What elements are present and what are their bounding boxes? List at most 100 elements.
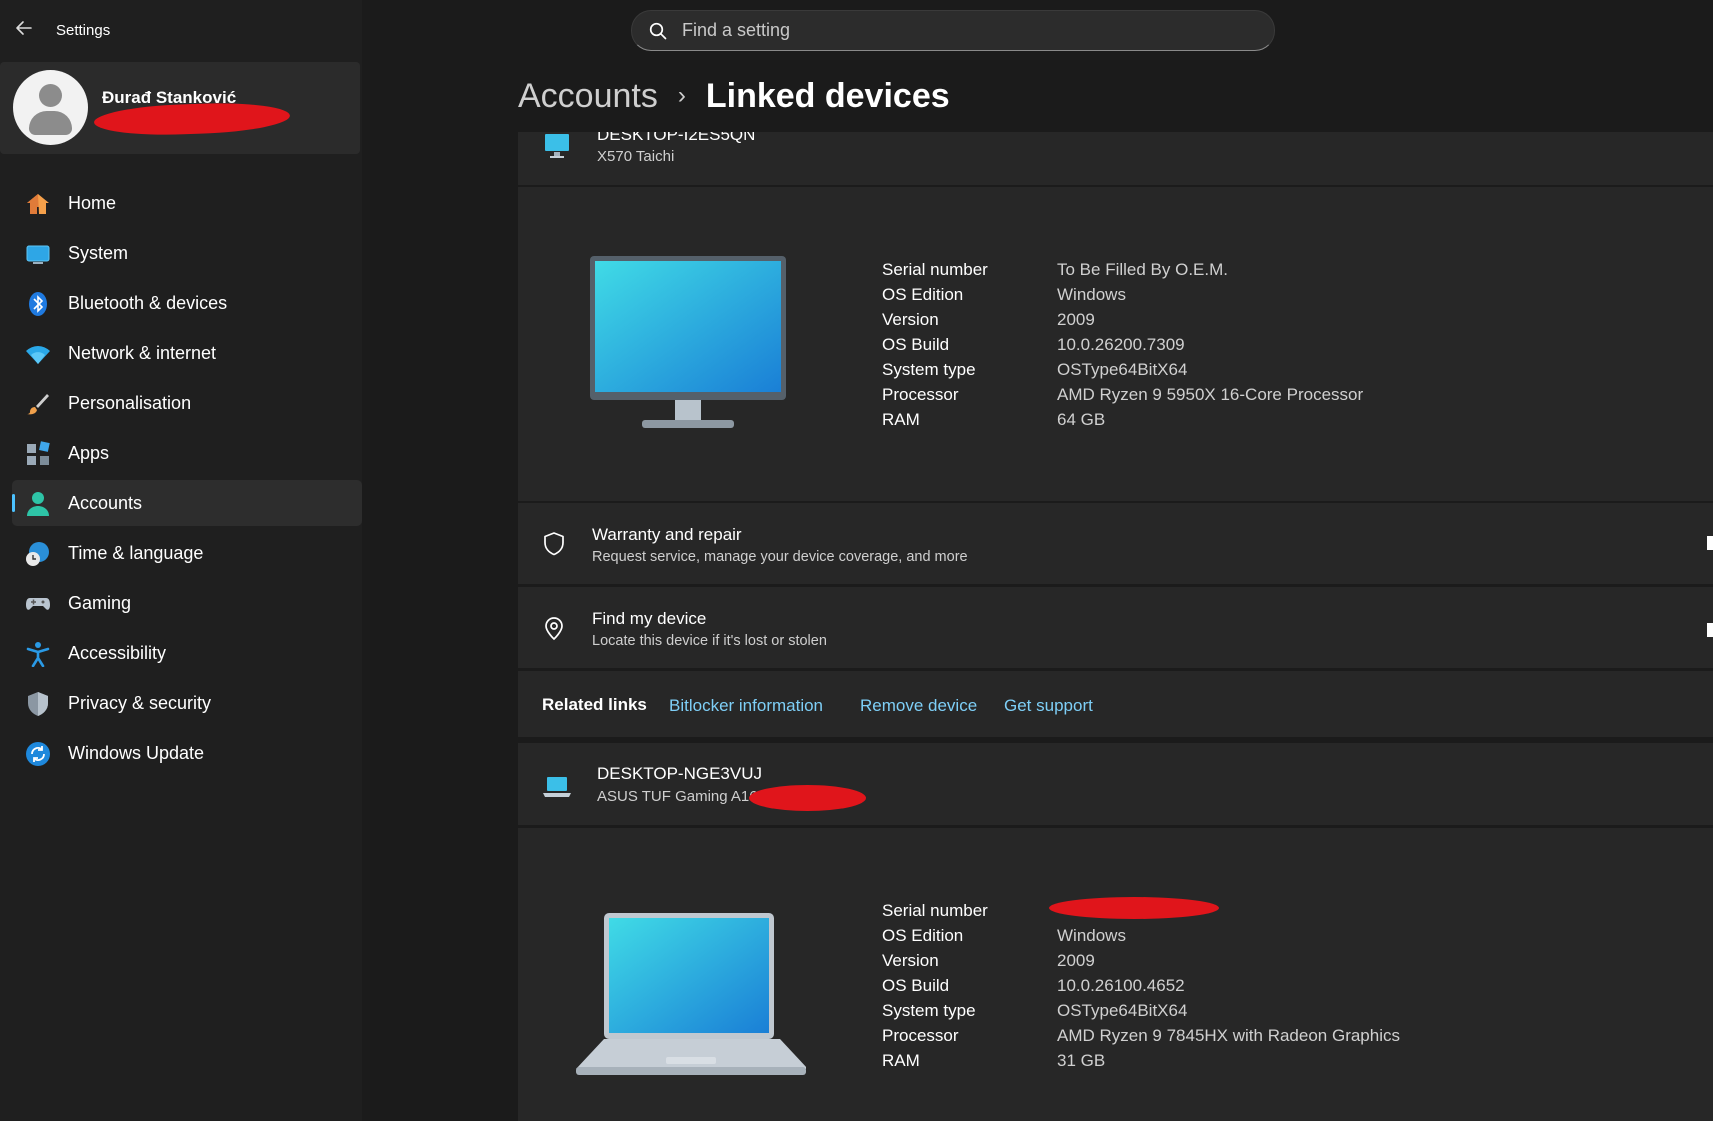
spec-label: System type	[882, 1001, 976, 1020]
chevron-right-icon	[1707, 623, 1713, 637]
spec-label: RAM	[882, 1051, 920, 1070]
search-input[interactable]	[682, 11, 1252, 50]
gamepad-icon	[25, 591, 51, 617]
location-pin-icon	[545, 617, 563, 641]
arrow-left-icon	[16, 21, 32, 35]
sidebar-item-label: Network & internet	[68, 342, 217, 363]
title-bar: Settings	[0, 0, 1713, 62]
globe-clock-icon	[25, 541, 51, 567]
row-title: Find my device	[592, 609, 707, 628]
app-title: Settings	[56, 22, 111, 39]
sidebar-item-system[interactable]: System	[12, 230, 362, 276]
spec-value: Windows	[1057, 285, 1126, 304]
desktop-monitor-image	[590, 256, 786, 428]
spec-value: 64 GB	[1057, 410, 1106, 429]
get-support-link[interactable]: Get support	[1004, 696, 1093, 716]
warranty-and-repair-row[interactable]: Warranty and repair Request service, man…	[518, 503, 1713, 584]
sidebar-item-label: Gaming	[68, 592, 132, 613]
sidebar-item-time-language[interactable]: Time & language	[12, 530, 362, 576]
spec-label: Serial number	[882, 901, 988, 920]
sidebar-item-personalisation[interactable]: Personalisation	[12, 380, 362, 426]
device-header[interactable]: DESKTOP-NGE3VUJ ASUS TUF Gaming A16	[518, 743, 1713, 825]
device-name: DESKTOP-I2ES5QN	[597, 132, 756, 144]
sidebar-item-label: Home	[68, 192, 117, 213]
device-details: Serial number OS Edition Windows Version…	[518, 828, 1713, 1121]
spec-label: OS Build	[882, 335, 950, 354]
sidebar-item-label: Accounts	[68, 492, 143, 513]
sidebar-item-label: Personalisation	[68, 392, 192, 413]
apps-icon	[25, 441, 51, 467]
spec-value: 31 GB	[1057, 1051, 1106, 1070]
system-icon	[25, 241, 51, 267]
spec-label: Processor	[882, 385, 959, 404]
spec-value: AMD Ryzen 9 7845HX with Radeon Graphics	[1057, 1026, 1400, 1045]
accessibility-icon	[25, 641, 51, 667]
spec-label: Processor	[882, 1026, 959, 1045]
sidebar-item-windows-update[interactable]: Windows Update	[12, 730, 362, 776]
sidebar-item-home[interactable]: Home	[12, 180, 362, 226]
sidebar-item-label: Windows Update	[68, 742, 205, 763]
update-icon	[25, 741, 51, 767]
shield-outline-icon	[544, 532, 564, 556]
row-subtitle: Request service, manage your device cove…	[592, 549, 968, 565]
laptop-icon	[543, 777, 571, 797]
spec-label: OS Edition	[882, 285, 964, 304]
sidebar-item-privacy[interactable]: Privacy & security	[12, 680, 362, 726]
breadcrumb-parent[interactable]: Accounts	[518, 77, 658, 116]
wifi-icon	[25, 341, 51, 367]
spec-value: OSType64BitX64	[1057, 1001, 1188, 1020]
sidebar-item-label: Time & language	[68, 542, 204, 563]
desktop-icon	[545, 134, 569, 158]
search-box[interactable]	[631, 10, 1275, 51]
laptop-image	[576, 913, 806, 1075]
breadcrumb-separator: ›	[677, 82, 686, 109]
breadcrumb: Accounts › Linked devices	[518, 74, 950, 118]
device-model: X570 Taichi	[597, 148, 675, 165]
sidebar-item-accounts[interactable]: Accounts	[12, 480, 362, 526]
search-icon	[649, 22, 667, 40]
sidebar-item-label: Privacy & security	[68, 692, 212, 713]
avatar	[13, 70, 88, 145]
redaction-mark	[749, 785, 866, 811]
find-my-device-row[interactable]: Find my device Locate this device if it'…	[518, 587, 1713, 668]
spec-value: AMD Ryzen 9 5950X 16-Core Processor	[1057, 385, 1364, 404]
spec-value: To Be Filled By O.E.M.	[1057, 260, 1228, 279]
device-model: ASUS TUF Gaming A16	[597, 788, 758, 805]
bluetooth-icon	[25, 291, 51, 317]
back-button[interactable]	[12, 18, 36, 42]
accounts-icon	[25, 491, 51, 517]
spec-label: OS Edition	[882, 926, 964, 945]
spec-value: 2009	[1057, 310, 1095, 329]
related-links: Related links Bitlocker information Remo…	[518, 671, 1713, 737]
sidebar-item-label: Accessibility	[68, 642, 167, 663]
sidebar-item-apps[interactable]: Apps	[12, 430, 362, 476]
device-details: Serial number To Be Filled By O.E.M. OS …	[518, 187, 1713, 501]
page-title: Linked devices	[705, 76, 950, 115]
related-links-label: Related links	[542, 695, 647, 714]
device-header[interactable]: DESKTOP-I2ES5QN X570 Taichi	[518, 132, 1713, 185]
sidebar-item-label: Apps	[68, 442, 110, 463]
spec-value: 10.0.26200.7309	[1057, 335, 1185, 354]
home-icon	[25, 191, 51, 217]
sidebar-item-bluetooth[interactable]: Bluetooth & devices	[12, 280, 362, 326]
spec-label: Version	[882, 310, 939, 329]
spec-label: RAM	[882, 410, 920, 429]
sidebar-nav: Home System Bluetooth & devices Network …	[12, 180, 362, 780]
spec-value: 2009	[1057, 951, 1095, 970]
spec-label: System type	[882, 360, 976, 379]
spec-label: Version	[882, 951, 939, 970]
spec-value: Windows	[1057, 926, 1126, 945]
sidebar-item-label: System	[68, 242, 129, 263]
sidebar-item-label: Bluetooth & devices	[68, 292, 228, 313]
spec-value: OSType64BitX64	[1057, 360, 1188, 379]
chevron-right-icon	[1707, 536, 1713, 550]
sidebar-item-network[interactable]: Network & internet	[12, 330, 362, 376]
sidebar-item-gaming[interactable]: Gaming	[12, 580, 362, 626]
bitlocker-information-link[interactable]: Bitlocker information	[669, 696, 823, 716]
sidebar-item-accessibility[interactable]: Accessibility	[12, 630, 362, 676]
remove-device-link[interactable]: Remove device	[860, 696, 977, 716]
spec-label: OS Build	[882, 976, 950, 995]
row-subtitle: Locate this device if it's lost or stole…	[592, 633, 827, 649]
spec-label: Serial number	[882, 260, 988, 279]
redaction-mark	[1049, 897, 1219, 919]
